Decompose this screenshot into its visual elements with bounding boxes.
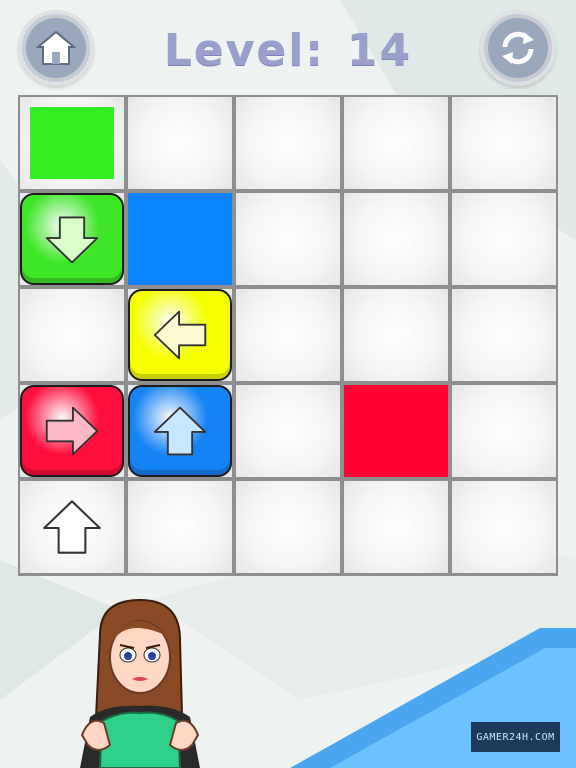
board-cell[interactable] <box>344 289 448 381</box>
board-cell[interactable] <box>128 97 232 189</box>
board-cell[interactable] <box>344 193 448 285</box>
restart-button[interactable] <box>480 10 556 86</box>
restart-icon <box>502 31 534 65</box>
board-cell[interactable] <box>128 481 232 573</box>
arrow-tile-down[interactable] <box>20 193 124 285</box>
watermark: GAMER24H.COM <box>471 722 560 752</box>
board-cell[interactable] <box>452 385 556 477</box>
home-icon <box>36 30 76 65</box>
arrow-right-icon <box>45 406 99 456</box>
girl-character <box>80 598 200 768</box>
level-indicator: Level: 14 <box>130 18 446 82</box>
arrow-down-icon <box>45 216 99 264</box>
arrow-tile-up[interactable] <box>128 385 232 477</box>
level-number: 14 <box>346 24 413 76</box>
target-square <box>128 193 232 285</box>
target-square <box>30 107 114 179</box>
target-square <box>344 385 448 477</box>
hint-arrow <box>20 481 124 573</box>
board-cell[interactable] <box>20 289 124 381</box>
board-cell[interactable] <box>344 481 448 573</box>
game-board <box>18 95 558 576</box>
board-cell[interactable] <box>236 385 340 477</box>
arrow-up-icon <box>43 500 101 554</box>
board-cell[interactable] <box>236 289 340 381</box>
board-cell[interactable] <box>452 289 556 381</box>
board-cell[interactable] <box>236 97 340 189</box>
arrow-up-icon <box>153 406 207 456</box>
arrow-tile-left[interactable] <box>128 289 232 381</box>
arrow-tile-right[interactable] <box>20 385 124 477</box>
board-cell[interactable] <box>452 481 556 573</box>
board-cell[interactable] <box>344 97 448 189</box>
arrow-left-icon <box>153 310 207 360</box>
home-button[interactable] <box>18 10 94 86</box>
board-cell[interactable] <box>236 193 340 285</box>
board-cell[interactable] <box>236 481 340 573</box>
level-label: Level: <box>163 24 325 76</box>
board-cell[interactable] <box>452 97 556 189</box>
board-cell[interactable] <box>452 193 556 285</box>
